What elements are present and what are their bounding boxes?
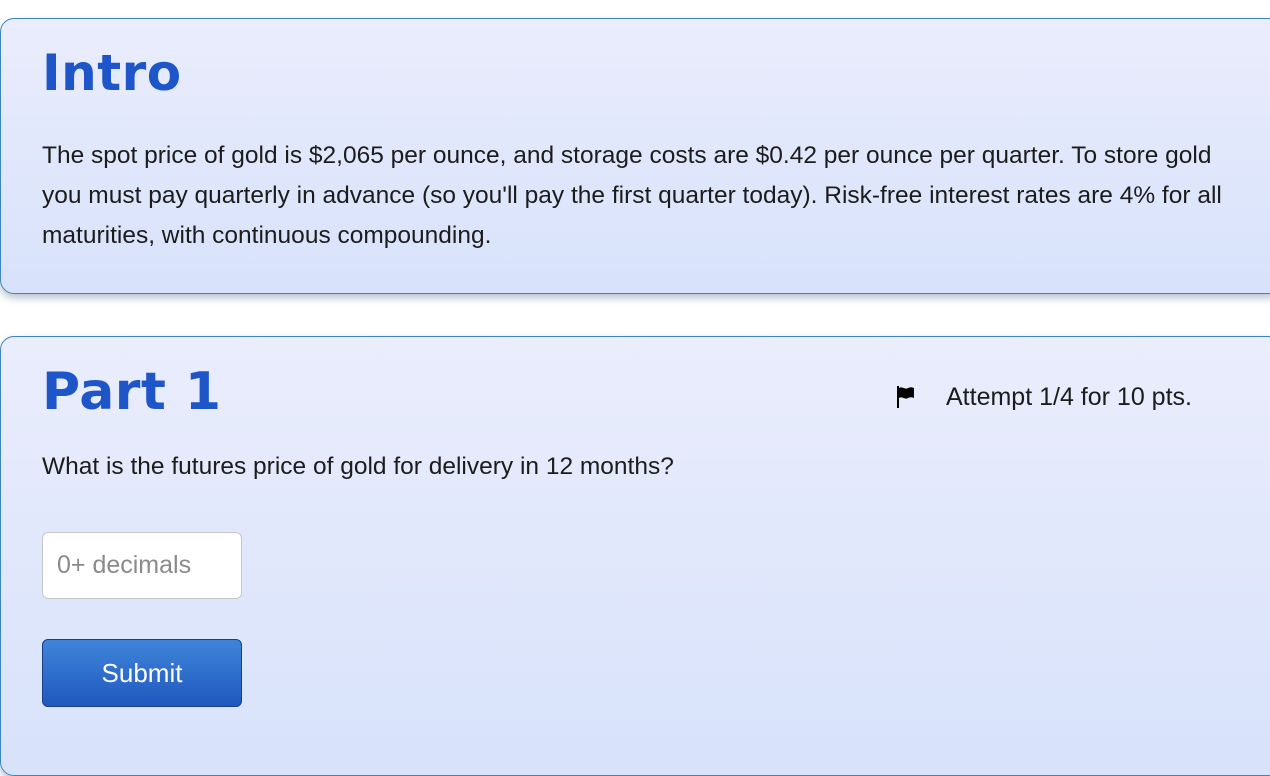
attempt-text: Attempt 1/4 for 10 pts. [946, 382, 1192, 411]
flag-icon[interactable] [896, 385, 916, 409]
intro-text: The spot price of gold is $2,065 per oun… [42, 142, 1222, 249]
submit-button[interactable]: Submit [42, 639, 242, 707]
attempt-info: Attempt 1/4 for 10 pts. [896, 381, 1192, 413]
question-text: What is the futures price of gold for de… [42, 453, 674, 480]
part-1-title: Part 1 [42, 362, 222, 422]
answer-input[interactable] [42, 532, 242, 599]
intro-title: Intro [42, 44, 182, 102]
